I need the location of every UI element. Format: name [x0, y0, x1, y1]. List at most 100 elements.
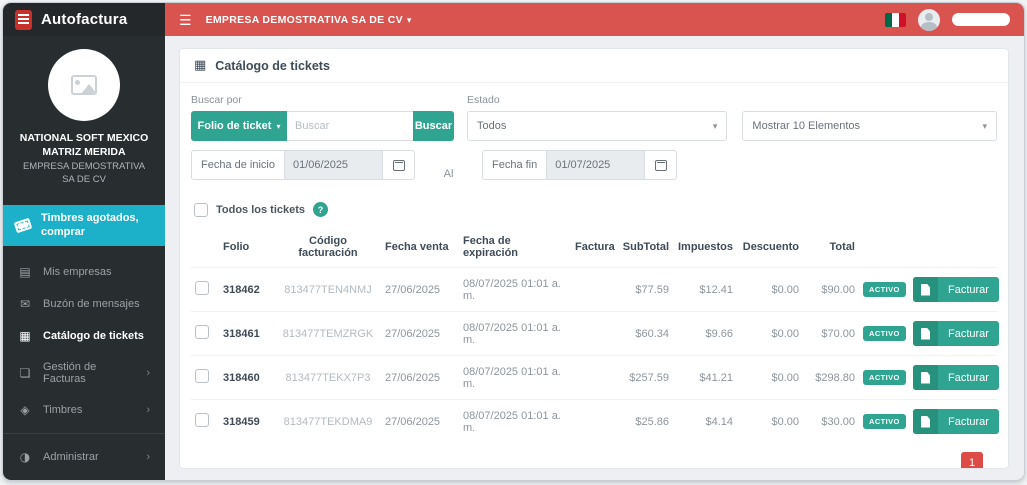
sidebar: NATIONAL SOFT MEXICO MATRIZ MERIDA EMPRE… [3, 36, 165, 480]
sidebar-menu: ▤ Mis empresas ✉ Buzón de mensajes ▦ Cat… [3, 246, 165, 480]
total-cell: $30.00 [803, 399, 859, 443]
filters-section: Buscar por Folio de ticket▾ Buscar Estad… [180, 83, 1008, 184]
calendar-icon[interactable] [644, 150, 678, 180]
tickets-panel: ▦ Catálogo de tickets Buscar por Folio d… [179, 48, 1009, 469]
folio-cell: 318462 [219, 267, 275, 312]
facturar-button[interactable]: Facturar [913, 321, 999, 346]
action-column-header [909, 227, 997, 268]
descuento-cell: $0.00 [737, 355, 803, 400]
hamburger-menu-icon[interactable]: ☰ [179, 13, 192, 27]
column-header-impuestos: Impuestos [677, 241, 733, 253]
folio-cell: 318460 [219, 355, 275, 400]
table-header-row: Folio Código facturación Fecha venta Fecha … [191, 227, 997, 268]
topbar-right [885, 8, 1010, 31]
contrast-icon: ◑ [19, 450, 31, 465]
sidebar-item-buz-n-de-mensajes[interactable]: ✉ Buzón de mensajes [3, 288, 165, 320]
sidebar-item-mis-empresas[interactable]: ▤ Mis empresas [3, 256, 165, 288]
sidebar-item-timbres[interactable]: ◈ Timbres › [3, 394, 165, 426]
estado-select[interactable]: Todos ▾ [467, 111, 728, 141]
fecha-expiracion-cell: 08/07/2025 01:01 a. m. [459, 267, 571, 312]
total-cell: $90.00 [803, 267, 859, 312]
page-1-button[interactable]: 1 [961, 452, 983, 468]
sidebar-item-label: Catálogo de tickets [43, 330, 144, 343]
company-name: NATIONAL SOFT MEXICO MATRIZ MERIDA [19, 132, 149, 159]
subtotal-cell: $25.86 [613, 399, 673, 443]
sidebar-item-label: Administrar [43, 451, 99, 464]
column-header-fecha-venta: Fecha venta [385, 241, 449, 253]
panel-header: ▦ Catálogo de tickets [180, 49, 1008, 83]
chevron-down-icon: ▾ [712, 120, 718, 131]
subtotal-cell: $60.34 [613, 311, 673, 356]
sidebar-item-cat-logo-de-tickets[interactable]: ▦ Catálogo de tickets [3, 320, 165, 352]
status-badge: ACTIVO [863, 370, 906, 385]
select-all-row: Todos los tickets ? [194, 202, 997, 217]
codigo-cell: 813477TEKX7P3 [275, 355, 381, 400]
table-row: 318459 813477TEKDMA9 27/06/2025 08/07/20… [191, 399, 999, 443]
brand-header: Autofactura [3, 3, 165, 36]
row-checkbox[interactable] [195, 325, 209, 339]
column-header-descuento: Descuento [742, 241, 799, 253]
fecha-inicio-input[interactable] [285, 150, 382, 180]
app-window: Autofactura ☰ EMPRESA DEMOSTRATIVA SA DE… [2, 2, 1025, 481]
tickets-table: Folio Código facturación Fecha venta Fecha … [191, 227, 999, 443]
search-type-dropdown[interactable]: Folio de ticket ▾ [191, 111, 287, 141]
inbox-icon: ✉ [19, 297, 31, 312]
topbar: ☰ EMPRESA DEMOSTRATIVA SA DE CV ▾ [165, 3, 1024, 36]
sidebar-item-gesti-n-de-facturas[interactable]: ❏ Gestión de Facturas › [3, 352, 165, 394]
chevron-down-icon: ▾ [276, 122, 281, 131]
subtotal-cell: $77.59 [613, 267, 673, 312]
factura-cell [571, 267, 613, 312]
sidebar-item-label: Mis empresas [43, 266, 112, 279]
calendar-icon[interactable] [382, 150, 415, 180]
fecha-expiracion-cell: 08/07/2025 01:01 a. m. [459, 355, 571, 400]
page-title: Catálogo de tickets [215, 58, 330, 73]
status-badge: ACTIVO [863, 326, 906, 341]
invoice-logo-icon [15, 9, 32, 30]
sidebar-item-label: Gestión de Facturas [43, 361, 97, 386]
table-row: 318461 813477TEMZRGK 27/06/2025 08/07/20… [191, 311, 999, 356]
sidebar-item-administrar[interactable]: ◑ Administrar › [3, 441, 165, 473]
total-cell: $70.00 [803, 311, 859, 356]
sidebar-item-configuraci-n[interactable]: ⚙ Configuración › [3, 473, 165, 480]
facturar-button[interactable]: Facturar [913, 365, 999, 390]
facturar-button[interactable]: Facturar [913, 409, 999, 434]
checkbox-column-header [191, 227, 219, 268]
factura-cell [571, 355, 613, 400]
chevron-down-icon: ▾ [982, 120, 987, 131]
chevron-right-icon: › [146, 451, 150, 464]
select-all-checkbox[interactable] [194, 202, 208, 217]
column-header-fecha-de-expiraci-n: Fecha de expiración [463, 235, 519, 259]
row-checkbox[interactable] [195, 281, 209, 295]
search-input[interactable] [287, 111, 413, 141]
search-button[interactable]: Buscar [413, 111, 454, 141]
fecha-fin-input[interactable] [547, 150, 645, 180]
sidebar-profile: NATIONAL SOFT MEXICO MATRIZ MERIDA EMPRE… [3, 36, 165, 197]
fecha-venta-cell: 27/06/2025 [381, 311, 459, 356]
company-selector-dropdown[interactable]: EMPRESA DEMOSTRATIVA SA DE CV ▾ [206, 14, 412, 26]
fecha-inicio-label: Fecha de inicio [191, 150, 285, 180]
page-size-select[interactable]: Mostrar 10 Elementos ▾ [742, 111, 997, 141]
help-icon[interactable]: ? [313, 202, 329, 217]
al-label: Al [443, 168, 454, 180]
user-avatar[interactable] [918, 8, 940, 31]
select-all-label: Todos los tickets [216, 203, 306, 216]
document-icon [913, 409, 938, 434]
codigo-cell: 813477TEMZRGK [275, 311, 381, 356]
row-checkbox[interactable] [195, 413, 209, 427]
fecha-venta-cell: 27/06/2025 [381, 355, 459, 400]
main-content: ▦ Catálogo de tickets Buscar por Folio d… [165, 36, 1024, 480]
codigo-cell: 813477TEKDMA9 [275, 399, 381, 443]
company-avatar[interactable] [48, 49, 120, 121]
row-checkbox[interactable] [195, 369, 209, 383]
mexico-flag-icon[interactable] [885, 12, 906, 27]
ticket-icon [13, 218, 33, 234]
document-icon [913, 277, 938, 302]
fecha-venta-cell: 27/06/2025 [381, 399, 459, 443]
chevron-right-icon: › [146, 367, 150, 380]
column-header-total: Total [829, 241, 855, 253]
column-header-folio: Folio [223, 241, 250, 253]
folio-cell: 318459 [219, 399, 275, 443]
facturar-button[interactable]: Facturar [913, 277, 999, 302]
username-pill[interactable] [952, 13, 1010, 26]
timbres-alert-banner[interactable]: Timbres agotados, comprar [3, 204, 165, 247]
